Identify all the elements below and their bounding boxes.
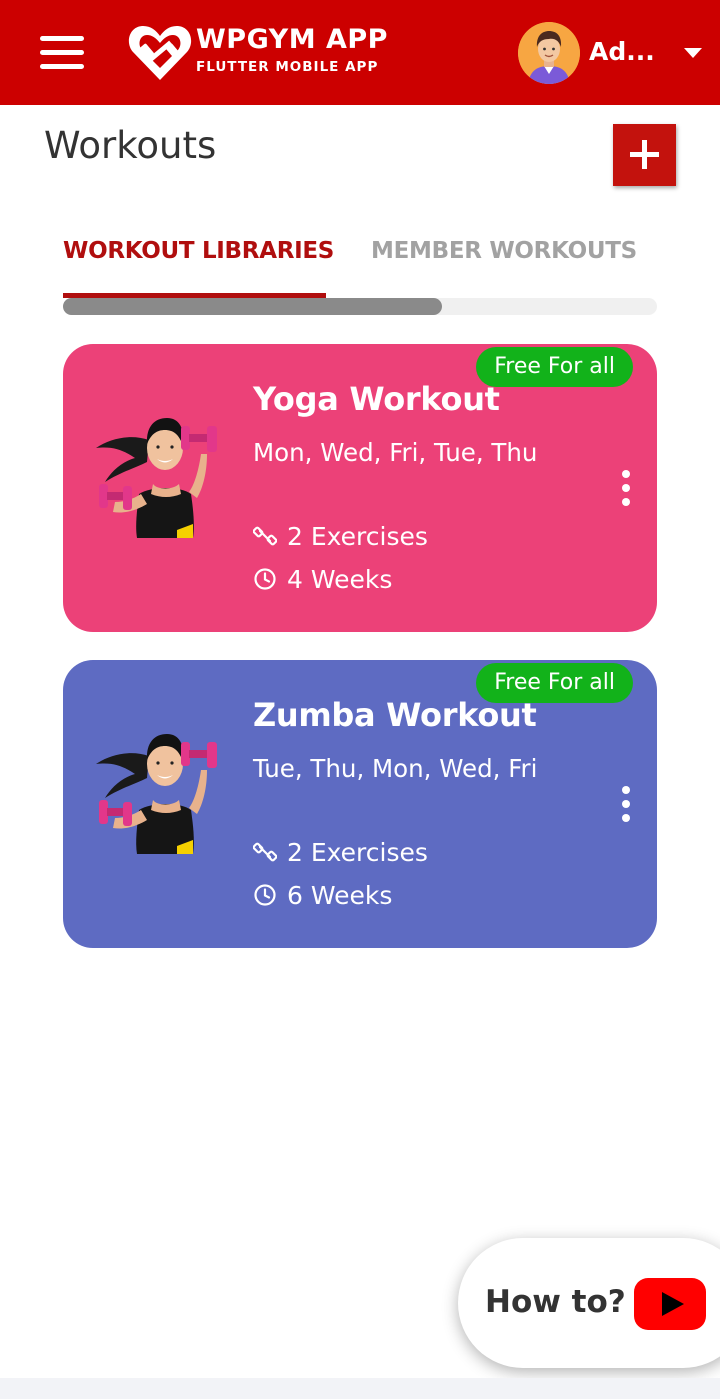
bottom-system-strip	[0, 1378, 720, 1399]
user-avatar[interactable]	[518, 22, 580, 84]
duration: 6 Weeks	[253, 881, 392, 910]
clock-icon	[254, 568, 276, 590]
user-name[interactable]: Ad...	[589, 37, 655, 66]
more-options-icon[interactable]	[619, 470, 633, 510]
workout-woman-dumbbells-image	[96, 734, 217, 854]
duration-text: 6 Weeks	[287, 881, 393, 910]
workout-card-yoga[interactable]: Free For all Yoga Workout Mon, Wed, Fri,…	[63, 344, 657, 632]
how-to-label: How to?	[485, 1284, 626, 1320]
workout-title: Yoga Workout	[253, 380, 500, 418]
duration-text: 4 Weeks	[287, 565, 393, 594]
workout-woman-dumbbells-image	[96, 418, 217, 538]
brand-title: WPGYM APP	[196, 24, 388, 55]
exercise-count-text: 2 Exercises	[287, 838, 428, 867]
duration: 4 Weeks	[253, 565, 392, 594]
how-to-button[interactable]: How to?	[458, 1238, 720, 1368]
avatar-icon	[518, 22, 580, 84]
dumbbell-icon	[253, 526, 277, 546]
heart-dumbbell-logo-icon	[128, 25, 192, 80]
exercise-count: 2 Exercises	[253, 522, 428, 551]
clock-icon	[254, 884, 276, 906]
user-menu-caret-icon[interactable]	[684, 48, 702, 58]
more-options-icon[interactable]	[619, 786, 633, 826]
tab-scrollbar-thumb[interactable]	[63, 298, 442, 315]
page-title: Workouts	[44, 124, 217, 167]
exercise-count-text: 2 Exercises	[287, 522, 428, 551]
workout-title: Zumba Workout	[253, 696, 537, 734]
tab-member-workouts[interactable]: MEMBER WORKOUTS	[371, 238, 637, 264]
exercise-count: 2 Exercises	[253, 838, 428, 867]
workout-days: Tue, Thu, Mon, Wed, Fri	[253, 754, 538, 783]
tab-workout-libraries[interactable]: WORKOUT LIBRARIES	[63, 238, 334, 264]
workout-days: Mon, Wed, Fri, Tue, Thu	[253, 438, 538, 467]
dumbbell-icon	[253, 842, 277, 862]
hamburger-menu-icon[interactable]	[40, 36, 84, 70]
youtube-play-icon	[634, 1278, 706, 1330]
brand-subtitle: FLUTTER MOBILE APP	[196, 59, 379, 75]
workout-card-zumba[interactable]: Free For all Zumba Workout Tue, Thu, Mon…	[63, 660, 657, 948]
workouts-screen: WPGYM APP FLUTTER MOBILE APP Ad... Worko…	[0, 0, 720, 1399]
add-workout-button[interactable]	[613, 124, 676, 186]
app-header: WPGYM APP FLUTTER MOBILE APP Ad...	[0, 0, 720, 105]
